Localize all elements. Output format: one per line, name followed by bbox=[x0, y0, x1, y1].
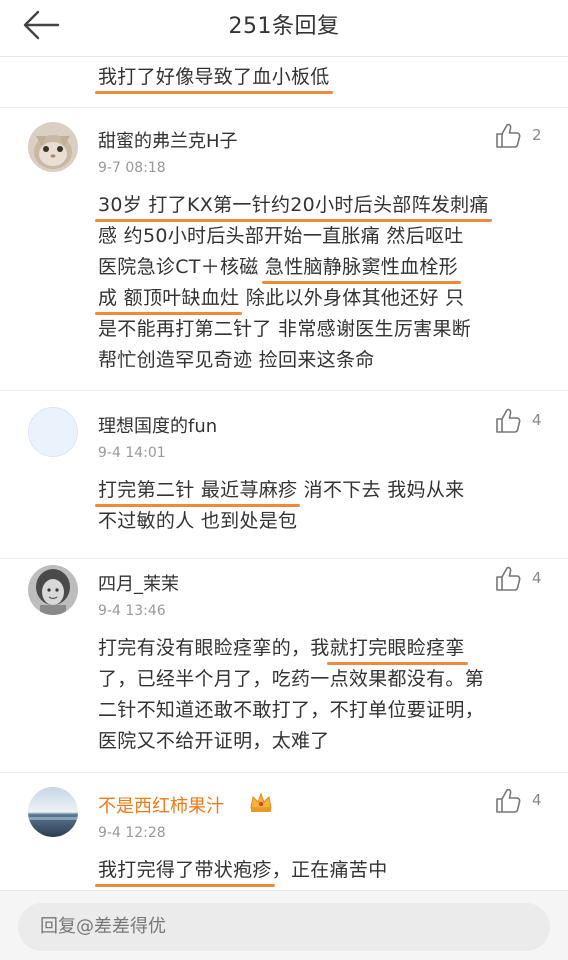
comment-item: 理想国度的fun 9-4 14:01 4 打完第二针 最近荨麻疹 消不下去 我妈… bbox=[0, 390, 568, 558]
timestamp: 9-4 12:28 bbox=[98, 825, 166, 841]
comment-body: 我打完得了带状疱疹，正在痛苦中 bbox=[98, 855, 540, 886]
avatar[interactable] bbox=[28, 122, 78, 172]
comment-text-segment: 医院急诊CT＋核磁 bbox=[98, 256, 265, 278]
comment-item: 甜蜜的弗兰克H子 9-7 08:18 2 30岁 打了KX第一针约20小时后头部… bbox=[0, 107, 568, 389]
comment-line: 了，已经半个月了，吃药一点效果都没有。第 bbox=[98, 668, 485, 690]
thumbs-up-icon[interactable] bbox=[494, 787, 522, 815]
highlighted-text: 就打完眼睑痉挛 bbox=[329, 637, 465, 659]
comment-item: 四月_茉茉 9-4 13:46 4 打完有没有眼睑痉挛的，我就打完眼睑痉挛 了，… bbox=[0, 558, 568, 772]
avatar[interactable] bbox=[28, 565, 78, 615]
avatar[interactable] bbox=[28, 407, 78, 457]
highlighted-text: 30岁 打了KX第一针约20小时后头部阵发刺痛 bbox=[98, 194, 489, 216]
previous-comment-text: 我打了好像导致了血小板低 bbox=[98, 62, 538, 93]
like-count: 4 bbox=[532, 569, 542, 587]
comment-line: 是不能再打第二针了 非常感谢医生厉害果断 bbox=[98, 318, 472, 340]
timestamp: 9-4 13:46 bbox=[98, 603, 166, 619]
thumbs-up-icon[interactable] bbox=[494, 565, 522, 593]
crown-icon bbox=[250, 792, 272, 812]
comment-line: 不过敏的人 也到处是包 bbox=[98, 510, 298, 532]
comment-line: 感 约50小时后头部开始一直胀痛 然后呕吐 bbox=[98, 225, 464, 247]
highlighted-text: 打完第二针 最近荨麻疹 bbox=[98, 479, 298, 501]
comment-line: 成 额顶叶缺血灶 除此以外身体其他还好 只 bbox=[98, 283, 540, 314]
highlighted-text: 我打完得了带状疱疹 bbox=[98, 859, 272, 881]
comment-line: 打完第二针 最近荨麻疹 消不下去 我妈从来 bbox=[98, 475, 540, 506]
comment-line: 二针不知道还敢不敢打了，不打单位要证明， bbox=[98, 699, 485, 721]
comment-item: 不是西红柿果汁 9-4 12:28 4 我打完得了带状疱疹，正在痛苦中 bbox=[0, 772, 568, 890]
comment-line: 帮忙创造罕见奇迹 捡回来这条命 bbox=[98, 349, 375, 371]
timestamp: 9-4 14:01 bbox=[98, 445, 166, 461]
username[interactable]: 甜蜜的弗兰克H子 bbox=[98, 127, 238, 153]
reply-input[interactable]: 回复@差差得优 bbox=[18, 903, 550, 951]
avatar[interactable] bbox=[28, 787, 78, 837]
comment-text-segment: ，正在痛苦中 bbox=[271, 859, 388, 881]
username[interactable]: 四月_茉茉 bbox=[98, 570, 179, 596]
highlighted-text: 急性脑静脉窦性血栓形 bbox=[264, 256, 458, 278]
like-count: 4 bbox=[532, 791, 542, 809]
comment-line: 打完有没有眼睑痉挛的，我就打完眼睑痉挛 bbox=[98, 633, 540, 664]
top-bar: 251条回复 bbox=[0, 0, 568, 52]
comment-line: 医院又不给开证明，太难了 bbox=[98, 730, 330, 752]
username[interactable]: 理想国度的fun bbox=[98, 412, 217, 438]
page-title: 251条回复 bbox=[228, 14, 340, 39]
comment-body: 打完有没有眼睑痉挛的，我就打完眼睑痉挛 了，已经半个月了，吃药一点效果都没有。第… bbox=[98, 633, 540, 757]
thumbs-up-icon[interactable] bbox=[494, 122, 522, 150]
comment-line: 医院急诊CT＋核磁 急性脑静脉窦性血栓形 bbox=[98, 252, 540, 283]
timestamp: 9-7 08:18 bbox=[98, 160, 166, 176]
like-count: 4 bbox=[532, 411, 542, 429]
comment-body: 30岁 打了KX第一针约20小时后头部阵发刺痛 感 约50小时后头部开始一直胀痛… bbox=[98, 190, 540, 376]
highlighted-text: 我打了好像导致了血小板低 bbox=[98, 66, 330, 88]
comment-line: 我打完得了带状疱疹，正在痛苦中 bbox=[98, 855, 540, 886]
username[interactable]: 不是西红柿果汁 bbox=[98, 792, 224, 818]
comment-line: 30岁 打了KX第一针约20小时后头部阵发刺痛 bbox=[98, 190, 540, 221]
comment-body: 打完第二针 最近荨麻疹 消不下去 我妈从来 不过敏的人 也到处是包 bbox=[98, 475, 540, 537]
comment-text-segment: 消不下去 我妈从来 bbox=[297, 479, 465, 501]
divider bbox=[0, 56, 568, 57]
comment-text-segment: 除此以外身体其他还好 只 bbox=[239, 287, 465, 309]
comment-text-segment: 打完有没有眼睑痉挛的，我 bbox=[98, 637, 330, 659]
highlighted-text: 成 额顶叶缺血灶 bbox=[98, 287, 240, 309]
reply-bar: 回复@差差得优 bbox=[0, 890, 568, 960]
thumbs-up-icon[interactable] bbox=[494, 407, 522, 435]
like-count: 2 bbox=[532, 126, 542, 144]
